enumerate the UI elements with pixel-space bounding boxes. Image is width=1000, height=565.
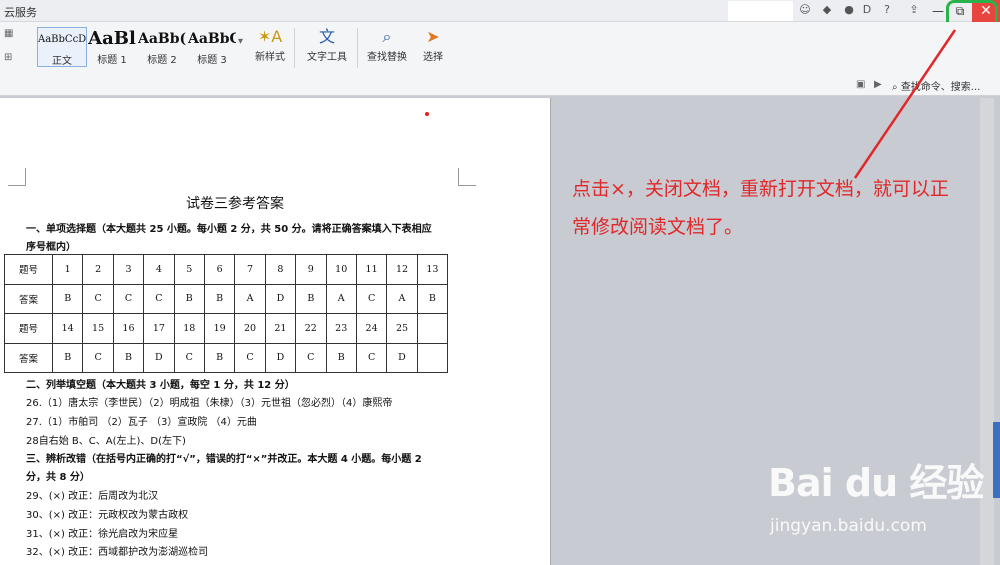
baidu-watermark: Bai du 经验 jingyan.baidu.com — [768, 452, 998, 552]
annotation-text: 点击×，关闭文档，重新打开文档，就可以正常修改阅读文档了。 — [572, 178, 949, 238]
watermark-brand: Bai du 经验 — [768, 461, 984, 505]
watermark-url: jingyan.baidu.com — [770, 516, 927, 536]
